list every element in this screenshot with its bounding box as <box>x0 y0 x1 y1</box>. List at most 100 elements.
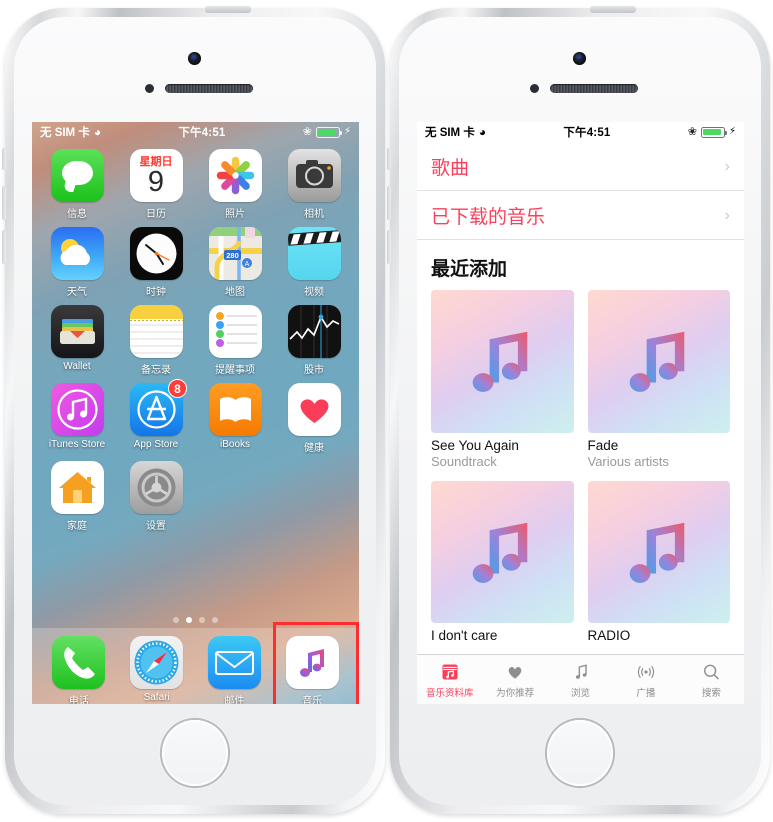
home-app-icon <box>50 461 104 514</box>
page-dot-active[interactable] <box>186 617 192 623</box>
tab-label: 广播 <box>636 687 656 699</box>
app-row-1: 信息 星期日 9 日历 照片 相机 <box>44 149 347 220</box>
list-item-label: 歌曲 <box>431 158 470 179</box>
battery-icon <box>315 126 342 138</box>
dock-item-mail[interactable]: 邮件 <box>199 636 269 704</box>
calendar-day: 9 <box>147 166 165 198</box>
app-label: Wallet <box>63 361 91 372</box>
home-button-right[interactable] <box>545 718 615 788</box>
app-label: 健康 <box>304 443 324 454</box>
notes-icon <box>129 305 183 358</box>
safari-icon <box>130 636 184 689</box>
mute-switch-left[interactable] <box>2 148 6 170</box>
app-calendar[interactable]: 星期日 9 日历 <box>123 149 189 220</box>
album-title: Fade <box>587 437 619 453</box>
app-camera[interactable]: 相机 <box>281 149 347 220</box>
volume-down-button-left[interactable] <box>2 230 6 264</box>
app-store-badge: 8 <box>168 379 187 398</box>
earpiece-speaker-right <box>550 84 638 93</box>
proximity-sensor-right <box>530 84 539 93</box>
list-item-songs[interactable]: 歌曲 › <box>417 142 744 191</box>
tab-for-you[interactable]: 为你推荐 <box>482 661 547 699</box>
list-item-label: 已下载的音乐 <box>431 207 546 228</box>
tab-label: 为你推荐 <box>496 687 535 699</box>
album-tile[interactable]: Fade Various artists <box>587 290 730 469</box>
tab-label: 音乐资料库 <box>425 687 474 699</box>
tab-library[interactable]: 音乐资料库 <box>417 661 482 699</box>
app-label: 天气 <box>67 287 87 298</box>
dock-item-music[interactable]: 音乐 <box>277 636 347 704</box>
app-messages[interactable]: 信息 <box>44 149 110 220</box>
dock-item-phone[interactable]: 电话 <box>44 636 114 704</box>
app-label: 照片 <box>225 209 245 220</box>
home-button-left[interactable] <box>160 718 230 788</box>
dock-item-safari[interactable]: Safari <box>122 636 192 703</box>
app-itunes-store[interactable]: iTunes Store <box>44 383 110 454</box>
app-photos[interactable]: 照片 <box>202 149 268 220</box>
power-button-left[interactable] <box>205 6 251 13</box>
proximity-sensor-left <box>145 84 154 93</box>
app-clock[interactable]: 时钟 <box>123 227 189 298</box>
app-videos[interactable]: 视频 <box>281 227 347 298</box>
tab-browse[interactable]: 浏览 <box>548 661 613 699</box>
app-label: iBooks <box>219 439 250 450</box>
settings-icon <box>129 461 183 514</box>
health-icon <box>287 383 341 436</box>
maps-icon: 280 A <box>208 227 262 280</box>
album-tile[interactable]: See You Again Soundtrack <box>431 290 574 469</box>
charging-bolt-icon: ⚡ <box>728 126 736 137</box>
page-dot[interactable] <box>212 617 218 623</box>
app-ibooks[interactable]: iBooks <box>202 383 268 454</box>
iphone-left: 无 SIM 卡 ◕ 下午4:51 ❀ ⚡ 信息 星期日 9 日历 照片 相机 天… <box>2 6 385 814</box>
app-notes[interactable]: 备忘录 <box>123 305 189 376</box>
album-tile[interactable]: RADIO <box>587 480 730 645</box>
app-label: Safari <box>143 692 170 703</box>
power-button-right[interactable] <box>590 6 636 13</box>
clock-icon <box>129 227 183 280</box>
app-label: App Store <box>133 439 179 450</box>
app-wallet[interactable]: Wallet <box>44 305 110 376</box>
app-stocks[interactable]: 股市 <box>281 305 347 376</box>
app-reminders[interactable]: 提醒事项 <box>202 305 268 376</box>
carrier-label: 无 SIM 卡 <box>425 127 475 139</box>
tab-radio[interactable]: 广播 <box>613 661 678 699</box>
app-maps[interactable]: 280 A 地图 <box>202 227 268 298</box>
app-app-store[interactable]: 8 App Store <box>123 379 189 454</box>
status-bar-home: 无 SIM 卡 ◕ 下午4:51 ❀ ⚡ <box>32 122 359 142</box>
volume-up-button-right[interactable] <box>387 186 391 220</box>
status-left-group: 无 SIM 卡 ◕ <box>40 124 101 140</box>
album-tile[interactable]: I don't care <box>431 480 574 645</box>
stocks-icon <box>287 305 341 358</box>
wifi-icon: ◕ <box>478 125 487 139</box>
app-label: 信息 <box>67 209 87 220</box>
app-row-2: 天气 时钟 280 A 地图 视频 <box>44 227 347 298</box>
app-label: 邮件 <box>224 696 245 704</box>
front-camera-right <box>573 52 586 65</box>
grid-spacer <box>281 461 347 532</box>
app-label: 日历 <box>146 209 166 220</box>
app-settings[interactable]: 设置 <box>123 461 189 532</box>
app-home[interactable]: 家庭 <box>44 461 110 532</box>
page-dot[interactable] <box>173 617 179 623</box>
page-dots[interactable] <box>32 612 359 628</box>
note-icon <box>571 661 591 683</box>
page-dot[interactable] <box>199 617 205 623</box>
mute-switch-right[interactable] <box>387 148 391 170</box>
volume-up-button-left[interactable] <box>2 186 6 220</box>
album-subtitle: Soundtrack <box>431 453 497 469</box>
album-artwork <box>431 480 574 623</box>
app-weather[interactable]: 天气 <box>44 227 110 298</box>
wallet-icon <box>50 305 104 358</box>
list-item-downloaded-music[interactable]: 已下载的音乐 › <box>417 191 744 240</box>
music-icon <box>285 636 339 689</box>
status-time: 下午4:51 <box>178 127 226 139</box>
front-camera-left <box>188 52 201 65</box>
app-label: 设置 <box>146 521 166 532</box>
app-health[interactable]: 健康 <box>281 383 347 454</box>
app-grid: 信息 星期日 9 日历 照片 相机 天气 时钟 280 A 地图 视频 Wall… <box>32 142 359 612</box>
volume-down-button-right[interactable] <box>387 230 391 264</box>
tab-label: 浏览 <box>571 687 591 699</box>
album-title: I don't care <box>431 628 498 643</box>
status-right-group: ❀ ⚡ <box>688 126 736 138</box>
tab-search[interactable]: 搜索 <box>679 661 744 699</box>
